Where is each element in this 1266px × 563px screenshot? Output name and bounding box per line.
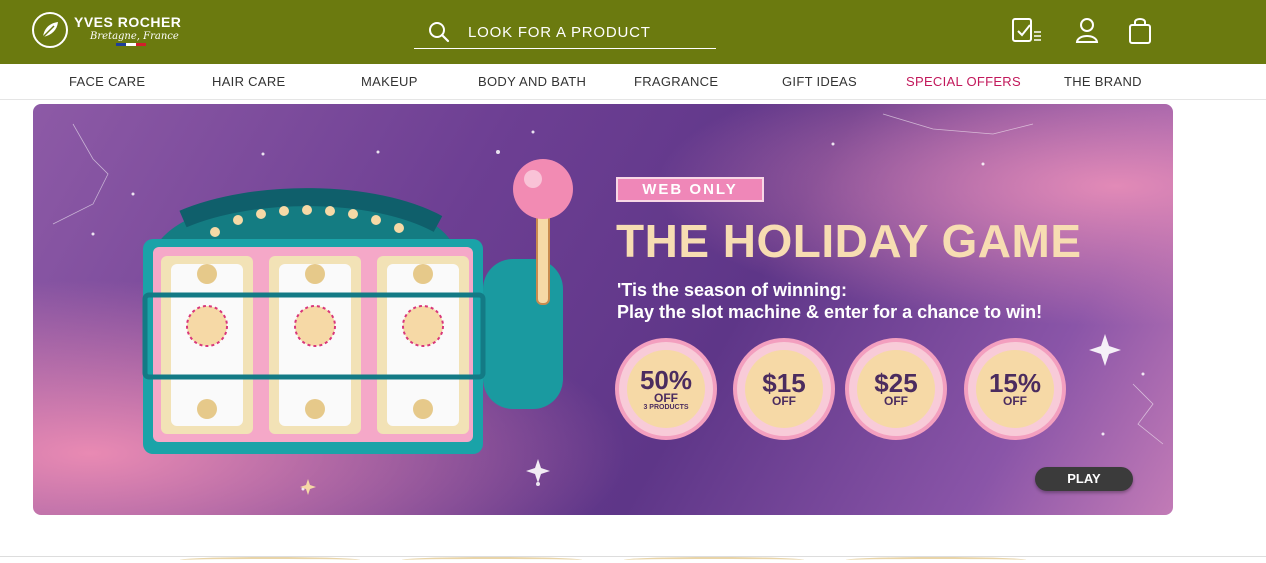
brand-name: YVES ROCHER xyxy=(74,14,182,30)
offer-suffix: OFF xyxy=(884,394,908,408)
offer-suffix: OFF xyxy=(654,390,678,405)
offer-value: $15 xyxy=(762,368,806,398)
product-card-edge xyxy=(402,557,582,563)
web-only-badge: WEB ONLY xyxy=(616,177,764,202)
offer-suffix: OFF xyxy=(1003,394,1027,408)
nav-item-body-and-bath[interactable]: BODY AND BATH xyxy=(478,74,586,89)
product-card-edge xyxy=(846,557,1026,563)
brand-logo[interactable]: YVES ROCHER Bretagne, France xyxy=(32,12,181,48)
nav-item-the-brand[interactable]: THE BRAND xyxy=(1064,74,1142,89)
nav-item-fragrance[interactable]: FRAGRANCE xyxy=(634,74,718,89)
search-bar[interactable]: LOOK FOR A PRODUCT xyxy=(414,16,716,49)
offer-condition: 3 PRODUCTS xyxy=(643,403,689,411)
banner-title: THE HOLIDAY GAME xyxy=(616,215,1082,267)
offer-coin-15-percent: 15% OFF xyxy=(964,338,1066,440)
banner-subtitle: 'Tis the season of winning: Play the slo… xyxy=(617,279,1042,323)
french-flag-icon xyxy=(116,43,146,46)
offer-suffix: OFF xyxy=(772,394,796,408)
nav-item-face-care[interactable]: FACE CARE xyxy=(69,74,145,89)
offer-coin-15-dollar: $15 OFF xyxy=(733,338,835,440)
nav-item-hair-care[interactable]: HAIR CARE xyxy=(212,74,286,89)
banner-subtitle-line-1: 'Tis the season of winning: xyxy=(617,280,847,300)
offer-value: $25 xyxy=(874,368,918,398)
leaf-logo-icon xyxy=(32,12,68,48)
main-navigation: FACE CARE HAIR CARE MAKEUP BODY AND BATH… xyxy=(0,64,1266,100)
product-card-edge xyxy=(180,557,360,563)
play-button[interactable]: PLAY xyxy=(1035,467,1133,491)
offer-coin-50-percent: 50% OFF 3 PRODUCTS xyxy=(615,338,717,440)
offer-coin-25-dollar: $25 OFF xyxy=(845,338,947,440)
search-icon xyxy=(429,22,450,43)
nav-item-gift-ideas[interactable]: GIFT IDEAS xyxy=(782,74,857,89)
banner-subtitle-line-2: Play the slot machine & enter for a chan… xyxy=(617,302,1043,322)
nav-item-special-offers[interactable]: SPECIAL OFFERS xyxy=(906,74,1021,89)
search-placeholder: LOOK FOR A PRODUCT xyxy=(468,23,651,41)
user-icon[interactable] xyxy=(1073,16,1103,46)
holiday-game-banner[interactable]: WEB ONLY THE HOLIDAY GAME 'Tis the seaso… xyxy=(33,104,1173,515)
shopping-bag-icon[interactable] xyxy=(1126,16,1156,46)
brand-tagline: Bretagne, France xyxy=(90,31,179,42)
product-card-edge xyxy=(624,557,804,563)
offer-value: 15% xyxy=(988,368,1042,398)
order-tracking-icon[interactable] xyxy=(1010,16,1041,46)
nav-item-makeup[interactable]: MAKEUP xyxy=(361,74,418,89)
section-divider xyxy=(0,556,1266,557)
site-header: YVES ROCHER Bretagne, France LOOK FOR A … xyxy=(0,0,1266,64)
offer-value: 50% xyxy=(639,364,693,395)
